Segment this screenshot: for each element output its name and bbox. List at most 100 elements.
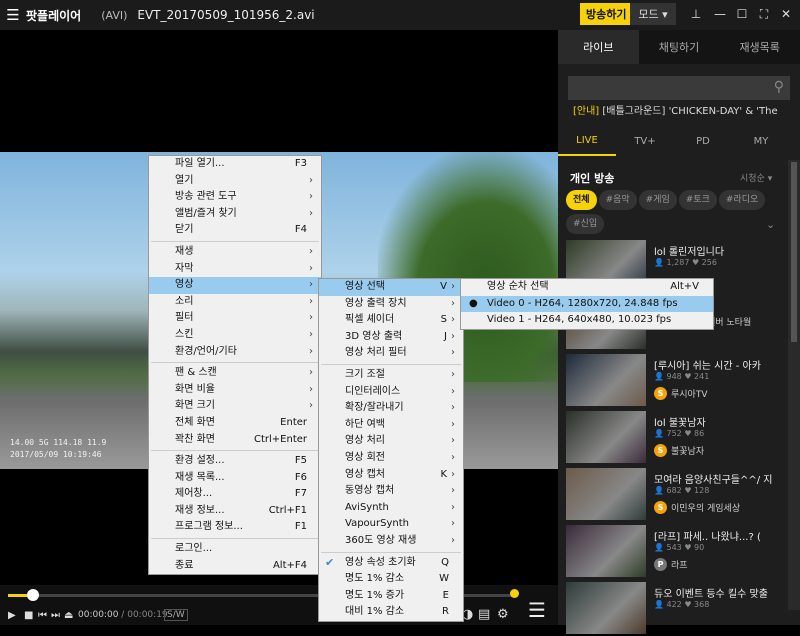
stream-item[interactable]: 듀오 이벤트 등수 킬수 맞출 👤 422 ♥ 368 (566, 582, 794, 636)
menu-item[interactable]: 환경/언어/기타 › (149, 344, 321, 361)
close-icon[interactable]: ✕ (776, 4, 796, 24)
maximize-icon[interactable]: ☐ (732, 4, 752, 24)
chip-all[interactable]: 전체 (566, 190, 597, 210)
menu-item[interactable]: 재생 › (149, 244, 321, 261)
playlist-icon[interactable]: ☰ (528, 598, 546, 622)
video-menu-item[interactable]: 영상 처리 › (319, 433, 463, 450)
volume-knob[interactable] (510, 589, 519, 598)
stream-thumbnail[interactable] (566, 354, 646, 406)
scrollbar-thumb[interactable] (791, 162, 797, 342)
chip-new[interactable]: #신입 (566, 214, 605, 234)
video-menu-item[interactable]: 영상 회전 › (319, 450, 463, 467)
sw-codec-badge[interactable]: S/W (164, 609, 188, 621)
stream-thumbnail[interactable] (566, 525, 646, 577)
minimize-icon[interactable]: — (710, 4, 730, 24)
fullscreen-icon[interactable]: ⛶ (754, 4, 774, 24)
menu-item[interactable]: 프로그램 정보... F1 (149, 519, 321, 536)
menu-item[interactable]: 팬 & 스캔 › (149, 365, 321, 382)
search-input[interactable]: ⚲ (568, 76, 790, 100)
video-menu-item[interactable]: 동영상 캡처 › (319, 483, 463, 500)
tab-live-channel[interactable]: LIVE (558, 126, 616, 156)
tab-pd[interactable]: PD (674, 126, 732, 156)
play-icon[interactable]: ▶ (8, 610, 16, 621)
stream-owner[interactable]: S 이민우의 게임세상 (654, 501, 740, 514)
video-menu-item[interactable]: 대비 1% 감소 R (319, 604, 463, 621)
mode-dropdown[interactable]: 모드 ▾ (630, 3, 676, 25)
menu-icon[interactable]: ☰ (0, 0, 26, 30)
menu-item[interactable]: 파일 열기... F3 (149, 156, 321, 173)
video-menu-item[interactable]: 픽셀 셰이더 S › (319, 312, 463, 329)
chip-talk[interactable]: #토크 (678, 190, 717, 210)
tab-playlist[interactable]: 재생목록 (719, 30, 800, 64)
menu-item[interactable]: 재생 정보... Ctrl+F1 (149, 503, 321, 520)
pin-icon[interactable]: ⊥ (686, 4, 706, 24)
menu-item[interactable]: 로그인... (149, 541, 321, 558)
menu-item[interactable]: 소리 › (149, 294, 321, 311)
menu-item[interactable]: 닫기 F4 (149, 222, 321, 239)
seek-knob[interactable] (27, 589, 40, 601)
video-menu-item[interactable]: 명도 1% 감소 W (319, 571, 463, 588)
video-menu-item[interactable]: 영상 출력 장치 › (319, 296, 463, 313)
video-menu-item[interactable]: 크기 조절 › (319, 367, 463, 384)
tab-chat[interactable]: 채팅하기 (639, 30, 720, 64)
next-icon[interactable]: ⏭ (51, 610, 60, 621)
video-menu-item[interactable]: AviSynth › (319, 500, 463, 517)
video-menu-item[interactable]: 확장/잘라내기 › (319, 400, 463, 417)
video-menu-item[interactable]: 명도 1% 증가 E (319, 588, 463, 605)
select-menu-item[interactable]: ● Video 0 - H264, 1280x720, 24.848 fps (461, 295, 713, 313)
menu-item[interactable]: 스킨 › (149, 327, 321, 344)
eject-icon[interactable]: ⏏ (64, 610, 73, 621)
menu-item[interactable]: 꽉찬 화면 Ctrl+Enter (149, 432, 321, 449)
sidebar-scrollbar[interactable] (788, 160, 800, 610)
video-menu-item[interactable]: 영상 처리 필터 › (319, 345, 463, 362)
settings-icon[interactable]: ⚙ (497, 607, 509, 622)
stream-item[interactable]: lol 불꽃남자 👤 752 ♥ 86 S 불꽃남자 (566, 411, 794, 465)
video-menu-item[interactable]: 디인터레이스 › (319, 384, 463, 401)
menu-item[interactable]: 앨범/즐겨 찾기 › (149, 206, 321, 223)
stream-thumbnail[interactable] (566, 411, 646, 463)
menu-item[interactable]: 화면 비율 › (149, 382, 321, 399)
menu-item[interactable]: 화면 크기 › (149, 398, 321, 415)
stream-owner[interactable]: S 루시아TV (654, 387, 708, 400)
notice-banner[interactable]: [안내] [배틀그라운드] 'CHICKEN-DAY' & 'The (573, 102, 785, 117)
menu-item[interactable]: 전체 화면 Enter (149, 415, 321, 432)
stream-item[interactable]: [루시아] 쉬는 시간 - 아카 👤 948 ♥ 241 S 루시아TV (566, 354, 794, 408)
stream-item[interactable]: 모여라 음양사친구들^^/ 지 👤 682 ♥ 128 S 이민우의 게임세상 (566, 468, 794, 522)
stream-owner[interactable]: S 불꽃남자 (654, 444, 704, 457)
menu-item[interactable]: 자막 › (149, 261, 321, 278)
stream-thumbnail[interactable] (566, 582, 646, 634)
stream-title[interactable]: lol 불꽃남자 (654, 414, 794, 429)
menu-item[interactable]: 영상 › (149, 277, 321, 294)
sort-dropdown[interactable]: 시청순 ▾ (740, 171, 772, 184)
video-menu-item[interactable]: VapourSynth › (319, 516, 463, 533)
menu-item[interactable]: 재생 목록... F6 (149, 470, 321, 487)
video-menu-item[interactable]: ✔ 영상 속성 초기화 Q (319, 555, 463, 572)
stream-title[interactable]: [루시아] 쉬는 시간 - 아카 (654, 357, 794, 372)
search-icon[interactable]: ⚲ (774, 79, 784, 95)
select-menu-item[interactable]: 영상 순차 선택 Alt+V (461, 279, 713, 296)
menu-item[interactable]: 필터 › (149, 310, 321, 327)
video-menu-item[interactable]: 360도 영상 재생 › (319, 533, 463, 550)
select-menu-item[interactable]: Video 1 - H264, 640x480, 10.023 fps (461, 312, 713, 329)
video-menu-item[interactable]: 하단 여백 › (319, 417, 463, 434)
broadcast-button[interactable]: 방송하기 (580, 3, 633, 25)
menu-item[interactable]: 제어창... F7 (149, 486, 321, 503)
menu-item[interactable]: 열기 › (149, 173, 321, 190)
info-icon[interactable]: ▤ (478, 607, 490, 622)
stream-thumbnail[interactable] (566, 468, 646, 520)
stream-title[interactable]: [라프] 파세.. 나왔냐...? ( (654, 528, 794, 543)
menu-item[interactable]: 종료 Alt+F4 (149, 558, 321, 575)
chip-music[interactable]: #음악 (598, 190, 637, 210)
prev-icon[interactable]: ⏮ (38, 610, 47, 621)
chip-game[interactable]: #게임 (638, 190, 677, 210)
stream-title[interactable]: lol 롤린저입니다 (654, 243, 794, 258)
tab-tvplus[interactable]: TV+ (616, 126, 674, 156)
chevron-down-icon[interactable]: ⌄ (766, 218, 775, 231)
tab-my[interactable]: MY (732, 126, 790, 156)
stream-owner[interactable]: P 라프 (654, 558, 688, 571)
tab-live[interactable]: 라이브 (558, 30, 639, 64)
video-menu-item[interactable]: 영상 선택 V › (319, 279, 463, 296)
menu-item[interactable]: 환경 설정... F5 (149, 453, 321, 470)
stop-icon[interactable]: ■ (24, 610, 33, 621)
stream-title[interactable]: 듀오 이벤트 등수 킬수 맞출 (654, 585, 794, 600)
